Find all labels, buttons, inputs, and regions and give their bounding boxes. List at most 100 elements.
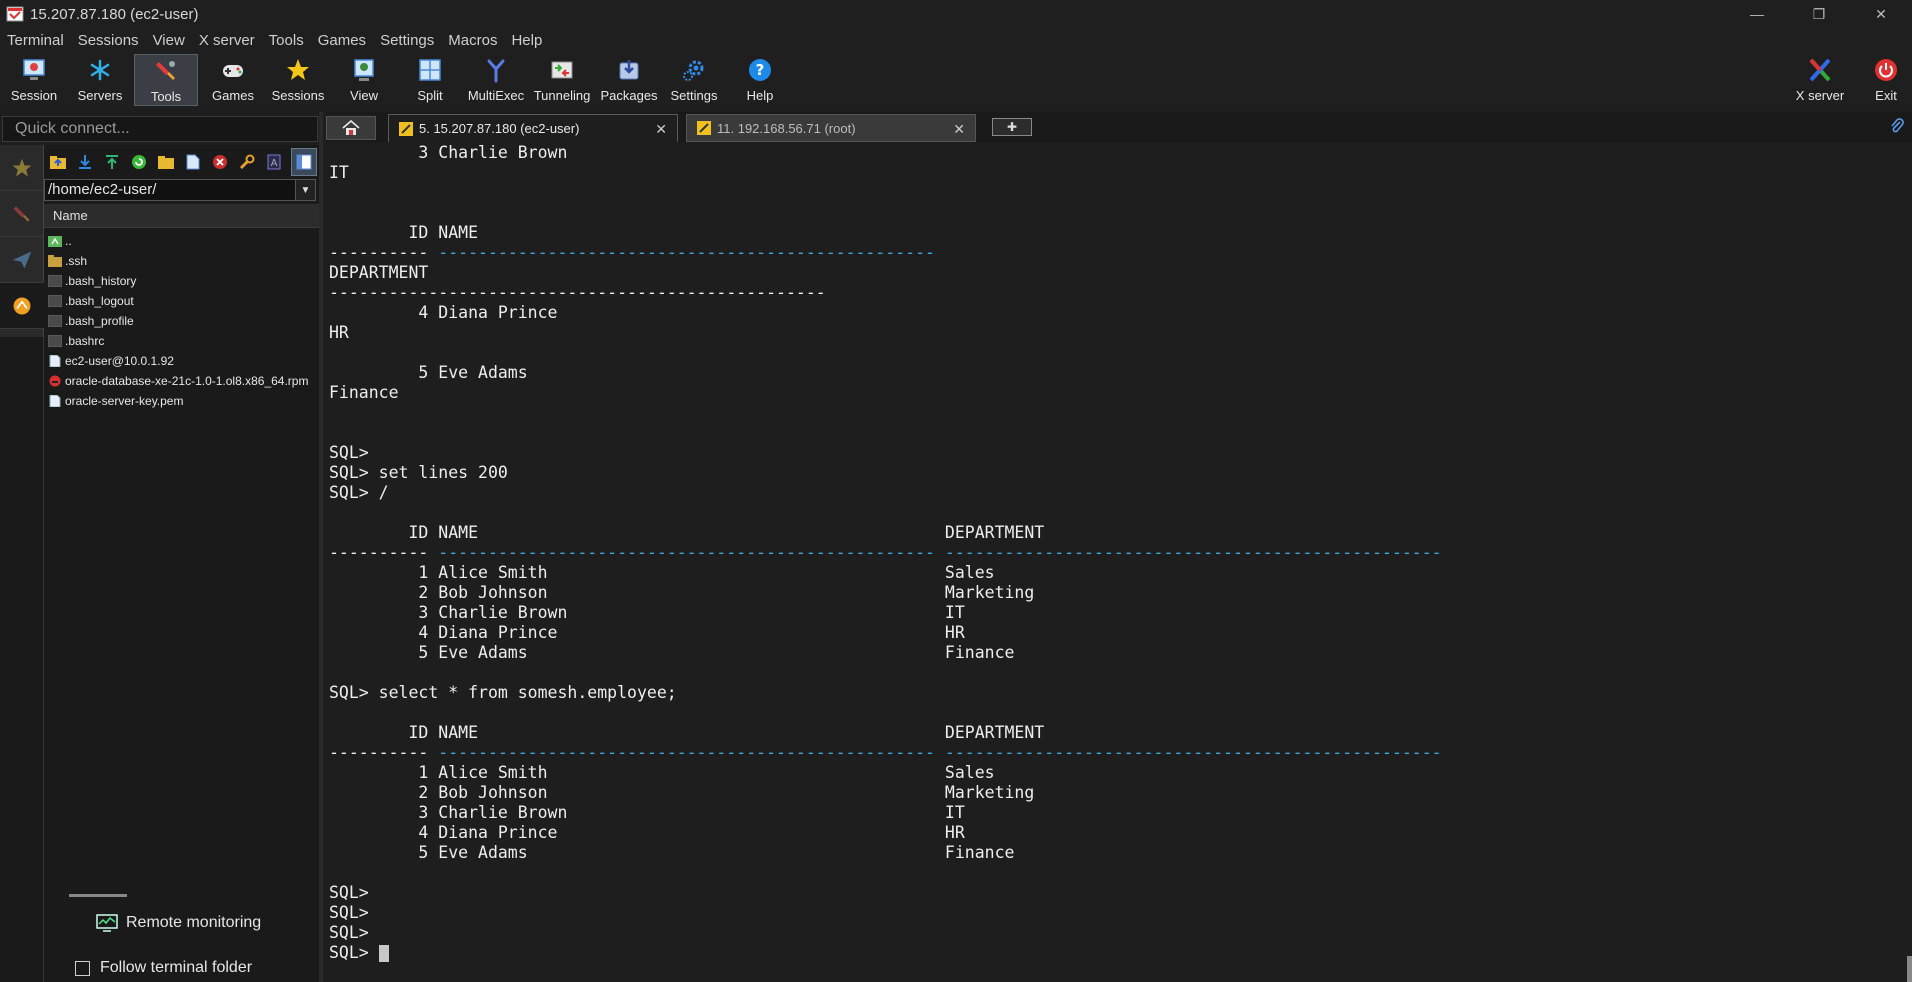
download-icon[interactable] bbox=[75, 152, 95, 172]
menu-games[interactable]: Games bbox=[311, 32, 373, 49]
star-icon bbox=[12, 158, 32, 176]
name-column-header[interactable]: Name bbox=[44, 204, 319, 228]
menu-xserver[interactable]: X server bbox=[192, 32, 262, 49]
sidetab-sessions[interactable] bbox=[0, 145, 44, 191]
toolbar: Session Servers Tools Games Sessions Vie… bbox=[0, 52, 1912, 108]
remote-monitoring-button[interactable]: Remote monitoring bbox=[96, 914, 261, 932]
parent-folder-icon[interactable] bbox=[48, 152, 68, 172]
menu-terminal[interactable]: Terminal bbox=[0, 32, 71, 49]
quick-connect-input[interactable]: Quick connect... bbox=[2, 116, 318, 142]
delete-icon[interactable] bbox=[210, 152, 230, 172]
tools-button[interactable]: Tools bbox=[134, 54, 198, 106]
servers-button[interactable]: Servers bbox=[72, 54, 128, 106]
paperclip-icon[interactable] bbox=[1890, 118, 1904, 139]
sidetab-macros[interactable] bbox=[0, 237, 44, 283]
terminal-line: SQL> bbox=[329, 943, 389, 963]
close-window-button[interactable]: ✕ bbox=[1850, 0, 1912, 28]
menu-settings[interactable]: Settings bbox=[373, 32, 441, 49]
help-button[interactable]: ? Help bbox=[740, 54, 780, 106]
hidden-file-icon bbox=[48, 315, 62, 327]
hidden-file-icon bbox=[48, 335, 62, 347]
sidetab-tools[interactable] bbox=[0, 191, 44, 237]
panel-resize-handle[interactable] bbox=[69, 894, 127, 897]
parent-directory-icon bbox=[48, 236, 62, 247]
terminal-line: HR bbox=[329, 323, 349, 342]
text-editor-icon[interactable]: A bbox=[264, 152, 284, 172]
terminal-line: ---------- -----------------------------… bbox=[329, 243, 935, 263]
restore-button[interactable]: ❐ bbox=[1788, 0, 1850, 28]
terminal-line: SQL> select * from somesh.employee; bbox=[329, 683, 677, 702]
sidetab-sftp[interactable] bbox=[0, 283, 44, 329]
file-icon bbox=[49, 395, 61, 407]
window-title: 15.207.87.180 (ec2-user) bbox=[30, 5, 199, 23]
permissions-icon[interactable] bbox=[237, 152, 257, 172]
mobaxterm-icon bbox=[6, 6, 24, 22]
chevron-down-icon[interactable]: ▼ bbox=[295, 180, 315, 200]
follow-terminal-folder-checkbox[interactable]: Follow terminal folder bbox=[75, 959, 252, 977]
sessions-button[interactable]: Sessions bbox=[268, 54, 328, 106]
close-icon[interactable]: ✕ bbox=[953, 121, 965, 138]
hidden-file-icon bbox=[48, 275, 62, 287]
settings-button[interactable]: Settings bbox=[668, 54, 720, 106]
checkbox[interactable] bbox=[75, 960, 90, 976]
xserver-button[interactable]: X server bbox=[1792, 54, 1848, 106]
terminal-line: ID NAME DEPARTMENT bbox=[329, 723, 1045, 742]
view-button[interactable]: View bbox=[342, 54, 386, 106]
sftp-toolbar: A bbox=[44, 145, 319, 179]
terminal-line: SQL> bbox=[329, 443, 369, 462]
sftp-path-input[interactable]: /home/ec2-user/ ▼ bbox=[44, 179, 316, 201]
menu-sessions[interactable]: Sessions bbox=[71, 32, 146, 49]
svg-text:A: A bbox=[271, 158, 278, 169]
column-underline bbox=[428, 543, 438, 562]
terminal-scrollbar-thumb[interactable] bbox=[1907, 956, 1912, 982]
menu-macros[interactable]: Macros bbox=[441, 32, 504, 49]
folder-icon bbox=[48, 255, 62, 267]
side-tabs-empty bbox=[0, 337, 44, 982]
games-button[interactable]: Games bbox=[208, 54, 258, 106]
session-button[interactable]: Session bbox=[8, 54, 60, 106]
new-tab-button[interactable]: ✚ bbox=[992, 118, 1032, 136]
file-row[interactable]: .bashrc bbox=[44, 331, 319, 351]
file-row[interactable]: ec2-user@10.0.1.92 bbox=[44, 351, 319, 371]
file-row[interactable]: .ssh bbox=[44, 251, 319, 271]
side-tabs bbox=[0, 145, 44, 337]
terminal-output[interactable]: 3 Charlie Brown IT ID NAME ---------- ----… bbox=[323, 143, 1912, 982]
new-file-icon[interactable] bbox=[183, 152, 203, 172]
file-row[interactable]: oracle-server-key.pem bbox=[44, 391, 319, 411]
close-icon[interactable]: ✕ bbox=[655, 121, 667, 138]
toggle-panel-icon[interactable] bbox=[291, 148, 317, 176]
file-row[interactable]: oracle-database-xe-21c-1.0-1.ol8.x86_64.… bbox=[44, 371, 319, 391]
terminal-line: 5 Eve Adams bbox=[329, 363, 528, 382]
terminal-cursor bbox=[378, 945, 389, 962]
multiexec-button[interactable]: MultiExec bbox=[466, 54, 526, 106]
menu-help[interactable]: Help bbox=[504, 32, 549, 49]
split-button[interactable]: Split bbox=[410, 54, 450, 106]
file-row[interactable]: .bash_profile bbox=[44, 311, 319, 331]
file-row[interactable]: .. bbox=[44, 231, 319, 251]
gamepad-icon bbox=[219, 56, 247, 84]
column-underline: ----------------------------------------… bbox=[944, 543, 1442, 562]
new-folder-icon[interactable] bbox=[156, 152, 176, 172]
terminal-line: ---------- -----------------------------… bbox=[329, 543, 1442, 563]
terminal-line: SQL> set lines 200 bbox=[329, 463, 508, 482]
packages-button[interactable]: Packages bbox=[600, 54, 658, 106]
menu-view[interactable]: View bbox=[146, 32, 192, 49]
minimize-button[interactable]: — bbox=[1726, 0, 1788, 28]
file-row[interactable]: .bash_history bbox=[44, 271, 319, 291]
column-underline: ----------------------------------------… bbox=[438, 543, 935, 562]
tab-session-11[interactable]: 11. 192.168.56.71 (root) ✕ bbox=[686, 114, 976, 142]
upload-icon[interactable] bbox=[102, 152, 122, 172]
menu-bar: Terminal Sessions View X server Tools Ga… bbox=[0, 28, 1912, 52]
menu-tools[interactable]: Tools bbox=[262, 32, 311, 49]
tab-session-5[interactable]: 5. 15.207.87.180 (ec2-user) ✕ bbox=[388, 114, 678, 142]
file-list: .. .ssh .bash_history .bash_logout .bash… bbox=[44, 228, 319, 411]
home-tab[interactable] bbox=[326, 116, 376, 140]
tunneling-button[interactable]: Tunneling bbox=[532, 54, 592, 106]
terminal-line: 1 Alice Smith Sales bbox=[329, 563, 995, 582]
file-row[interactable]: .bash_logout bbox=[44, 291, 319, 311]
refresh-icon[interactable] bbox=[129, 152, 149, 172]
file-icon bbox=[49, 355, 61, 367]
servers-icon bbox=[86, 56, 114, 84]
terminal-line: 5 Eve Adams Finance bbox=[329, 643, 1015, 662]
exit-button[interactable]: Exit bbox=[1868, 54, 1904, 106]
